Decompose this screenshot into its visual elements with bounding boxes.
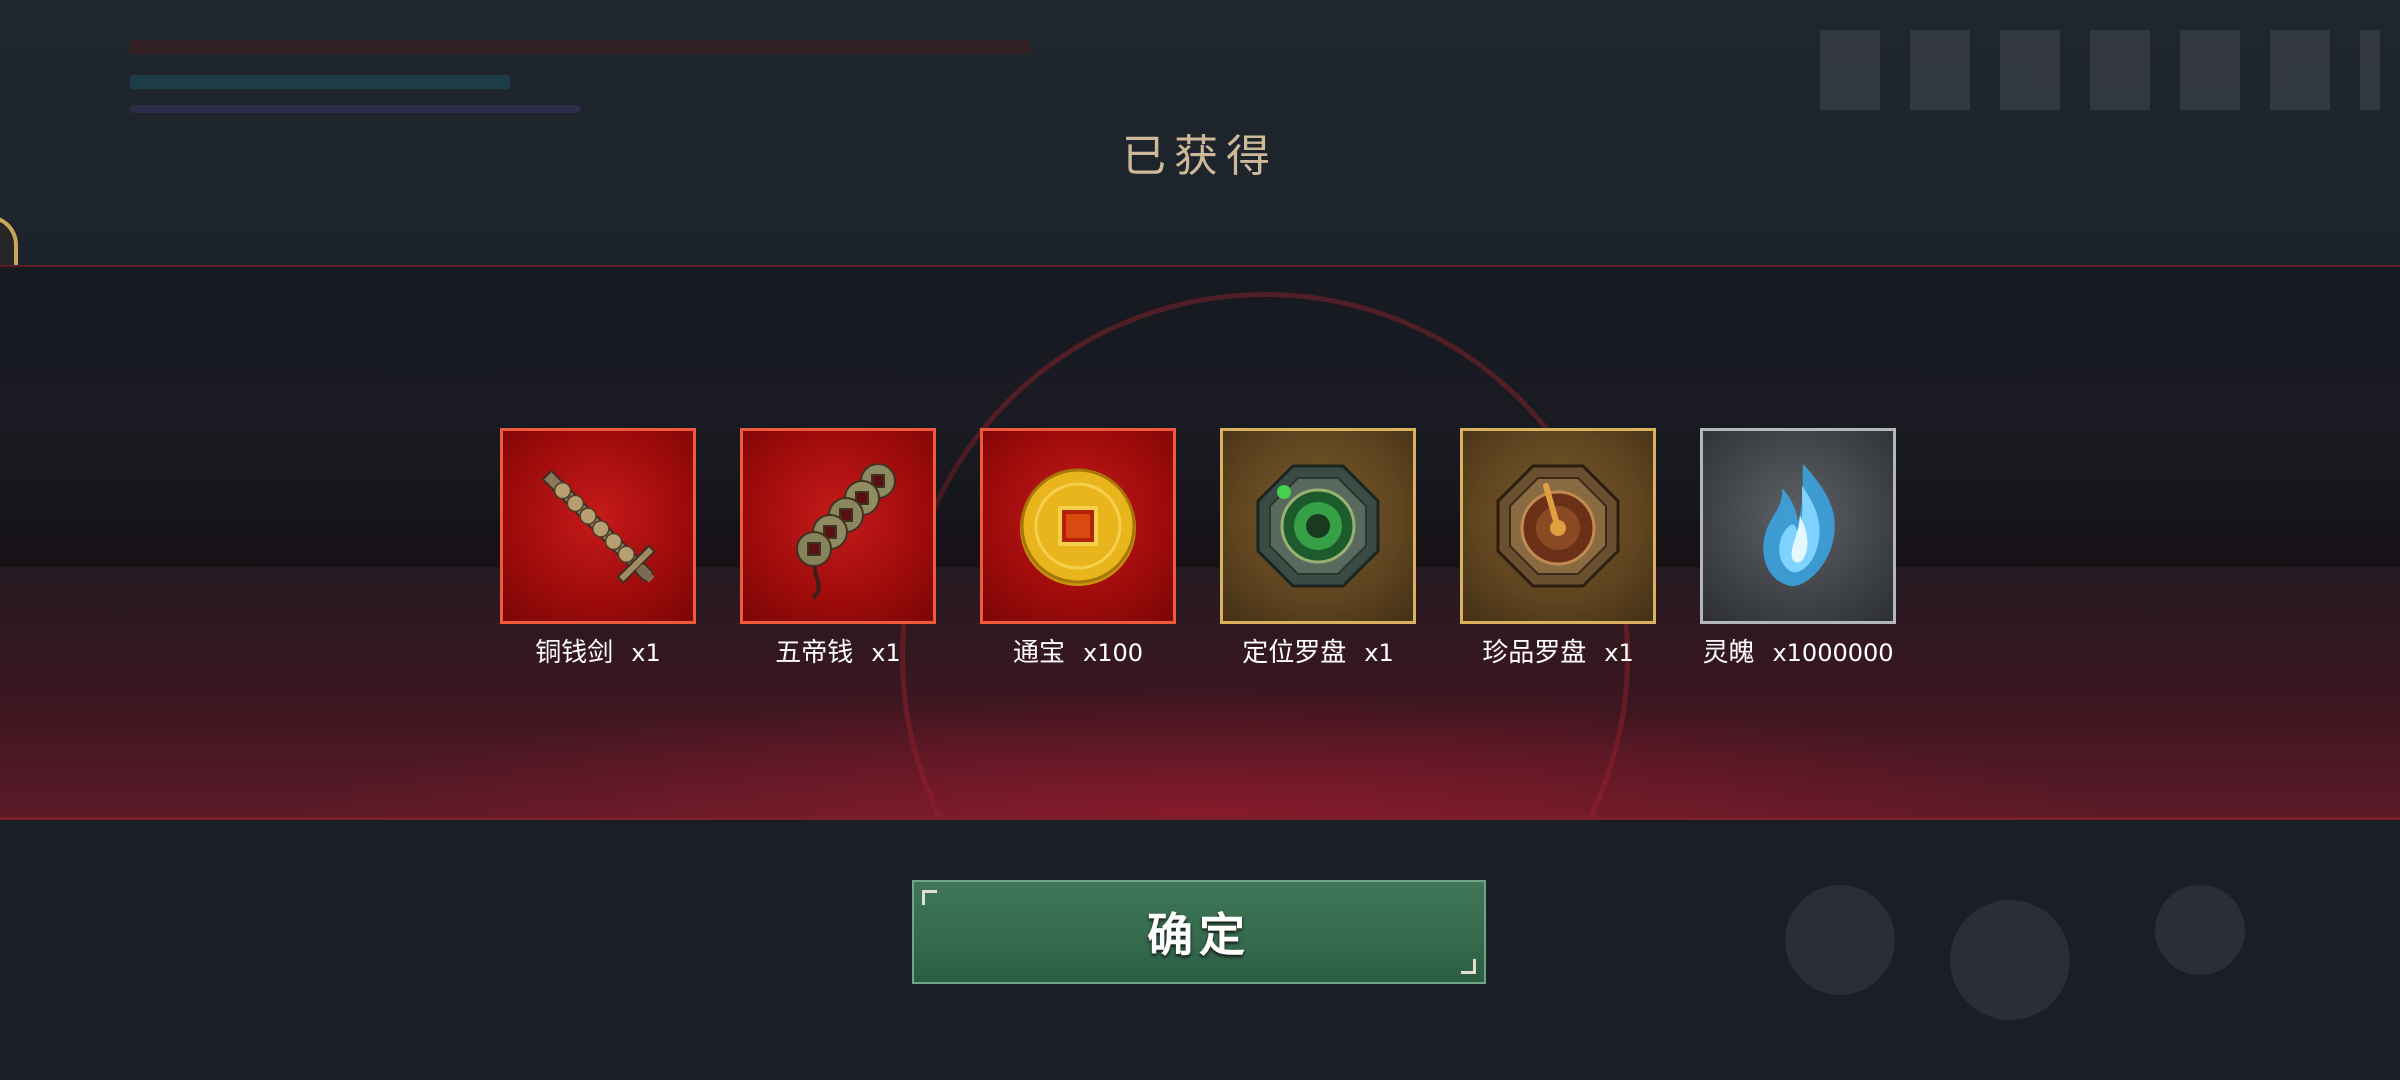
background-action-icons xyxy=(1780,850,2300,1050)
reward-item[interactable]: 通宝 x100 xyxy=(980,428,1176,669)
button-corner-deco xyxy=(922,890,937,905)
reward-name: 珍品罗盘 xyxy=(1482,638,1587,668)
reward-name: 五帝钱 xyxy=(775,638,854,668)
reward-quantity: x1 xyxy=(631,639,661,667)
reward-frame[interactable] xyxy=(1700,428,1896,624)
reward-quantity: x100 xyxy=(1083,639,1144,667)
reward-label: 珍品罗盘 x1 xyxy=(1438,632,1678,669)
confirm-button-label: 确定 xyxy=(1147,908,1251,962)
reward-list: 铜钱剑 x1 五帝钱 x1 通宝 x100 定位罗盘 x1 珍品罗盘 x1 灵魄… xyxy=(500,428,1900,688)
reward-label: 通宝 x100 xyxy=(958,632,1198,669)
blue-spirit-flame-icon xyxy=(1763,464,1835,587)
reward-item[interactable]: 灵魄 x1000000 xyxy=(1700,428,1896,669)
player-hud-bars xyxy=(40,25,1040,135)
reward-frame[interactable] xyxy=(1460,428,1656,624)
reward-quantity: x1 xyxy=(871,639,901,667)
reward-frame[interactable] xyxy=(500,428,696,624)
copper-coin-sword-icon xyxy=(541,469,656,584)
dialog-title: 已获得 xyxy=(1122,131,1278,182)
confirm-button[interactable]: 确定 xyxy=(912,880,1486,984)
reward-quantity: x1 xyxy=(1364,639,1394,667)
reward-name: 通宝 xyxy=(1012,638,1065,668)
reward-frame[interactable] xyxy=(980,428,1176,624)
reward-name: 铜钱剑 xyxy=(535,638,614,668)
bronze-compass-icon xyxy=(1496,464,1620,588)
reward-label: 铜钱剑 x1 xyxy=(478,632,718,669)
reward-frame[interactable] xyxy=(740,428,936,624)
reward-name: 定位罗盘 xyxy=(1242,638,1347,668)
button-corner-deco xyxy=(1461,959,1476,974)
reward-label: 五帝钱 x1 xyxy=(718,632,958,669)
reward-frame[interactable] xyxy=(1220,428,1416,624)
reward-name: 灵魄 xyxy=(1702,638,1755,668)
five-emperor-coins-icon xyxy=(796,463,896,600)
top-right-menu-icons xyxy=(1820,30,2380,110)
reward-quantity: x1 xyxy=(1604,639,1634,667)
reward-label: 灵魄 x1000000 xyxy=(1678,632,1918,669)
reward-item[interactable]: 珍品罗盘 x1 xyxy=(1460,428,1656,669)
gold-coin-icon xyxy=(1020,468,1136,586)
reward-item[interactable]: 定位罗盘 x1 xyxy=(1220,428,1416,669)
reward-label: 定位罗盘 x1 xyxy=(1198,632,1438,669)
reward-item[interactable]: 铜钱剑 x1 xyxy=(500,428,696,669)
reward-quantity: x1000000 xyxy=(1772,639,1894,667)
jade-compass-icon xyxy=(1256,464,1380,588)
reward-item[interactable]: 五帝钱 x1 xyxy=(740,428,936,669)
